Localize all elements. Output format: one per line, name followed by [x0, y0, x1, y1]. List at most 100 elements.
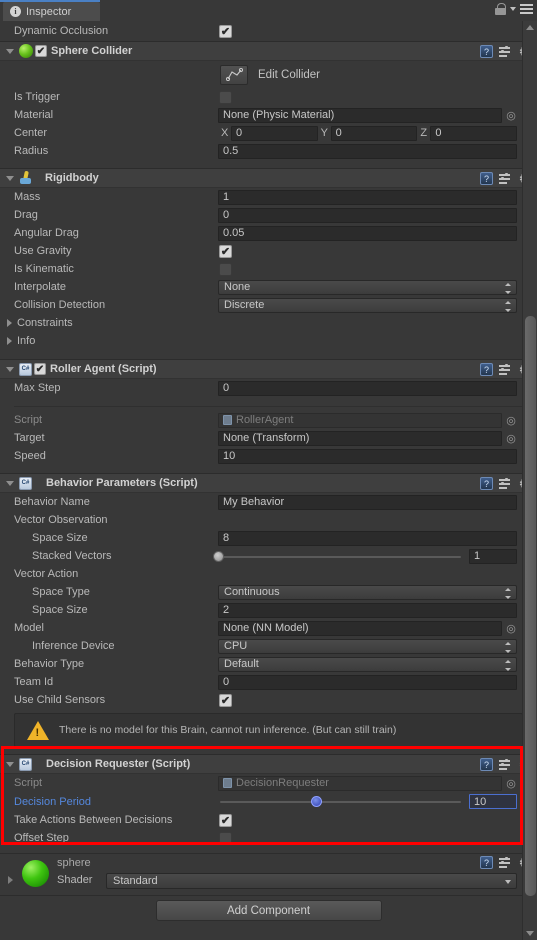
slider-thumb[interactable]	[311, 796, 322, 807]
interpolate-value: None	[224, 281, 251, 293]
material-header[interactable]: sphere Shader Standard ? ⚙	[0, 853, 537, 891]
preset-icon[interactable]	[499, 172, 512, 185]
use-child-sensors-checkbox[interactable]: ✔	[219, 693, 232, 707]
help-icon[interactable]: ?	[480, 172, 493, 185]
object-picker-icon[interactable]: ◎	[505, 777, 517, 790]
help-icon[interactable]: ?	[480, 758, 493, 771]
preset-icon[interactable]	[499, 758, 512, 771]
preset-icon[interactable]	[499, 363, 512, 376]
take-actions-checkbox[interactable]: ✔	[219, 813, 232, 827]
edit-collider-button[interactable]	[220, 64, 248, 85]
lock-icon[interactable]	[495, 3, 506, 15]
decision-period-slider[interactable]	[218, 794, 463, 809]
component-header-sphere-collider[interactable]: ✔ Sphere Collider ? ⚙	[0, 41, 537, 61]
behavior-type-label: Behavior Type	[14, 658, 85, 670]
scroll-up-arrow-icon[interactable]	[526, 25, 534, 30]
stacked-vectors-input[interactable]: 1	[469, 548, 517, 564]
object-picker-icon[interactable]: ◎	[505, 622, 517, 635]
chevron-down-icon[interactable]	[510, 7, 516, 11]
center-y-cell: Y 0	[318, 125, 418, 141]
center-x-cell: X 0	[218, 125, 318, 141]
foldout-arrow-icon[interactable]	[6, 761, 14, 767]
obs-space-size-input[interactable]: 8	[218, 530, 517, 546]
sphere-collider-enabled-checkbox[interactable]: ✔	[35, 45, 47, 57]
scroll-down-arrow-icon[interactable]	[526, 931, 534, 936]
team-id-input[interactable]: 0	[218, 674, 517, 690]
center-z-input[interactable]: 0	[430, 125, 518, 141]
object-picker-icon[interactable]: ◎	[505, 414, 517, 427]
behavior-name-input[interactable]: My Behavior	[218, 494, 517, 510]
row-is-trigger: Is Trigger	[0, 88, 537, 106]
add-component-button[interactable]: Add Component	[155, 900, 382, 921]
action-space-type-dropdown[interactable]: Continuous	[218, 584, 517, 600]
angular-drag-label: Angular Drag	[14, 227, 79, 239]
drag-input[interactable]: 0	[218, 207, 517, 223]
component-header-decision-requester[interactable]: C# Decision Requester (Script) ? ⚙	[0, 754, 537, 774]
row-constraints[interactable]: Constraints	[0, 314, 537, 332]
obs-space-size-control: 8	[218, 530, 517, 546]
is-kinematic-checkbox[interactable]	[219, 262, 232, 276]
help-icon[interactable]: ?	[480, 856, 493, 869]
csharp-script-icon: C#	[19, 757, 32, 771]
radius-control: 0.5	[218, 143, 517, 159]
target-objectfield[interactable]: None (Transform)	[218, 430, 502, 446]
dynamic-occlusion-checkbox[interactable]: ✔	[219, 24, 232, 38]
behavior-type-dropdown[interactable]: Default	[218, 656, 517, 672]
hamburger-menu-icon[interactable]	[520, 4, 533, 14]
speed-label: Speed	[14, 450, 46, 462]
component-header-rigidbody[interactable]: Rigidbody ? ⚙	[0, 168, 537, 188]
speed-control: 10	[218, 448, 517, 464]
tab-inspector[interactable]: i Inspector	[3, 2, 100, 21]
scrollbar-thumb[interactable]	[525, 316, 536, 896]
stacked-vectors-control: 1	[213, 548, 517, 564]
vertical-scrollbar[interactable]	[522, 21, 537, 940]
decision-period-input[interactable]: 10	[469, 794, 517, 809]
model-label: Model	[14, 622, 44, 634]
foldout-arrow-icon[interactable]	[6, 175, 14, 181]
radius-input[interactable]: 0.5	[218, 143, 517, 159]
help-icon[interactable]: ?	[480, 477, 493, 490]
preset-icon[interactable]	[499, 477, 512, 490]
center-vector3: X 0 Y 0 Z 0	[218, 125, 518, 141]
help-icon[interactable]: ?	[480, 45, 493, 58]
action-space-size-input[interactable]: 2	[218, 602, 517, 618]
angular-drag-input[interactable]: 0.05	[218, 225, 517, 241]
object-picker-icon[interactable]: ◎	[505, 432, 517, 445]
roller-agent-enabled-checkbox[interactable]: ✔	[34, 363, 46, 375]
row-info[interactable]: Info	[0, 332, 537, 350]
help-icon[interactable]: ?	[480, 363, 493, 376]
center-x-input[interactable]: 0	[231, 125, 318, 141]
slider-thumb[interactable]	[213, 550, 224, 562]
interpolate-dropdown[interactable]: None	[218, 279, 517, 295]
shader-dropdown[interactable]: Standard	[106, 873, 517, 889]
material-label: Material	[14, 109, 54, 121]
preset-icon[interactable]	[499, 856, 512, 869]
stacked-vectors-slider[interactable]	[213, 549, 463, 564]
component-header-roller-agent[interactable]: C# ✔ Roller Agent (Script) ? ⚙	[0, 359, 537, 379]
center-y-input[interactable]: 0	[330, 125, 418, 141]
foldout-arrow-icon[interactable]	[6, 366, 14, 372]
object-picker-icon[interactable]: ◎	[505, 109, 517, 122]
is-trigger-checkbox[interactable]	[219, 90, 232, 104]
edit-collider-label: Edit Collider	[258, 68, 320, 81]
inference-device-dropdown[interactable]: CPU	[218, 638, 517, 654]
use-gravity-checkbox[interactable]: ✔	[219, 244, 232, 258]
mass-input[interactable]: 1	[218, 189, 517, 205]
offset-step-checkbox[interactable]	[219, 831, 232, 845]
preset-icon[interactable]	[499, 45, 512, 58]
material-objectfield[interactable]: None (Physic Material)	[218, 107, 502, 123]
component-header-behavior-parameters[interactable]: C# Behavior Parameters (Script) ? ⚙	[0, 473, 537, 493]
collision-detection-dropdown[interactable]: Discrete	[218, 297, 517, 313]
inference-device-label: Inference Device	[32, 640, 115, 652]
speed-input[interactable]: 10	[218, 448, 517, 464]
action-space-type-value: Continuous	[224, 586, 280, 598]
max-step-input[interactable]: 0	[218, 380, 517, 396]
center-label: Center	[14, 127, 48, 139]
model-objectfield[interactable]: None (NN Model)	[218, 620, 502, 636]
foldout-arrow-icon[interactable]	[6, 480, 14, 486]
material-foldout-icon[interactable]	[8, 876, 13, 884]
foldout-arrow-icon[interactable]	[6, 48, 14, 54]
material-preview-sphere-icon	[22, 860, 49, 887]
dynamic-occlusion-control: ✔	[219, 24, 517, 38]
row-stacked-vectors: Stacked Vectors 1	[0, 547, 537, 565]
